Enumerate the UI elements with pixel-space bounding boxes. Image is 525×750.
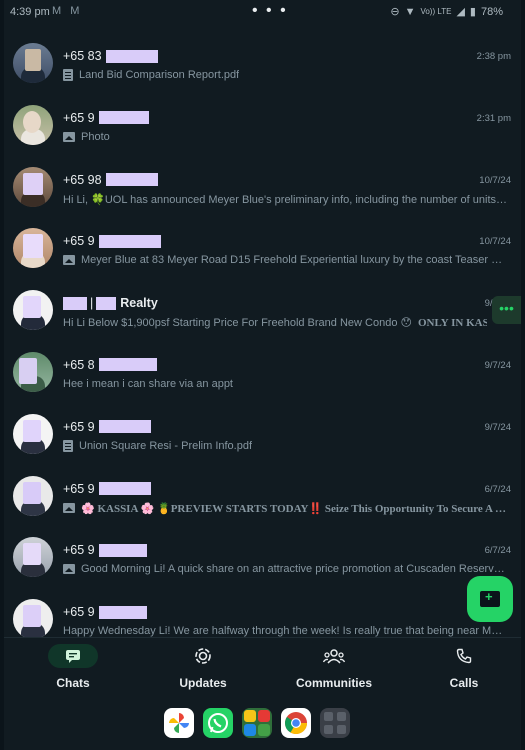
tab-updates-label: Updates: [179, 676, 227, 690]
new-chat-icon: [480, 589, 500, 607]
tab-communities[interactable]: Communities: [284, 644, 384, 690]
chat-row[interactable]: +65 9 10/7/24 Meyer Blue at 83 Meyer Roa…: [4, 223, 521, 285]
network-label: Vo)) LTE: [420, 7, 452, 16]
chats-icon: [48, 644, 98, 668]
chat-row[interactable]: +65 9 9/7/24 Union Square Resi - Prelim …: [4, 409, 521, 471]
chat-preview: Hee i mean i can share via an appt: [63, 377, 233, 390]
chat-row[interactable]: +65 83 2:38 pm Land Bid Comparison Repor…: [4, 38, 521, 100]
photo-icon: [63, 564, 75, 575]
chat-time: 6/7/24: [484, 545, 511, 557]
status-dots: • • •: [252, 2, 288, 19]
chat-preview: Land Bid Comparison Report.pdf: [63, 69, 509, 81]
document-icon: [63, 439, 73, 452]
app-dock: [164, 708, 350, 740]
chat-name: +65 9: [63, 543, 147, 557]
whatsapp-screen: 4:39 pm M M • • • ⊖ ▼ Vo)) LTE ◢ ▮ 78% +…: [4, 0, 521, 750]
chat-preview: 🌸 KASSIA 🌸 🍍PREVIEW STARTS TODAY‼️ Seize…: [63, 502, 509, 515]
avatar: [13, 351, 53, 392]
chat-name: +65 9: [63, 234, 161, 248]
chat-row[interactable]: +65 9 6/7/24 Good Morning Li! A quick sh…: [4, 532, 521, 594]
avatar: [13, 43, 53, 83]
chat-name: +65 98: [63, 173, 158, 187]
chat-name: +65 9: [63, 605, 147, 619]
chat-time: 10/7/24: [479, 174, 511, 186]
chat-preview: Meyer Blue at 83 Meyer Road D15 Freehold…: [63, 254, 509, 266]
avatar: [13, 104, 53, 145]
phone-icon: [439, 644, 489, 668]
chat-name: +65 9: [63, 111, 149, 125]
photo-icon: [63, 255, 75, 266]
avatar: [13, 599, 53, 640]
chat-name: +65 9: [63, 420, 151, 434]
chat-row[interactable]: +65 8 9/7/24 Hee i mean i can share via …: [4, 347, 521, 409]
photo-icon: [63, 503, 75, 514]
photos-app-icon[interactable]: [164, 708, 194, 738]
avatar: [13, 228, 53, 269]
chat-row[interactable]: +65 9 2:31 pm Photo: [4, 100, 521, 162]
side-more-handle[interactable]: •••: [492, 296, 521, 324]
dnd-icon: ⊖: [390, 6, 400, 18]
chat-name: +65 9: [63, 482, 151, 496]
bottom-nav: Chats Updates Communities Calls: [4, 637, 521, 698]
updates-icon: [178, 644, 228, 668]
tab-calls[interactable]: Calls: [414, 644, 514, 690]
photo-icon: [63, 131, 75, 142]
chat-time: 2:38 pm: [476, 51, 511, 62]
avatar: [13, 166, 53, 207]
chat-row[interactable]: +65 98 10/7/24 Hi Li, 🍀UOL has announced…: [4, 162, 521, 224]
chrome-app-icon[interactable]: [281, 708, 311, 738]
chat-row[interactable]: +65 9 6/7/24 🌸 KASSIA 🌸 🍍PREVIEW STARTS …: [4, 471, 521, 533]
chat-preview: Happy Wednesday Li! We are halfway throu…: [63, 625, 509, 638]
chat-preview: Good Morning Li! A quick share on an att…: [63, 563, 509, 575]
chat-name: +65 83: [63, 49, 158, 63]
chat-time: 9/7/24: [484, 421, 511, 433]
chat-preview: Union Square Resi - Prelim Info.pdf: [63, 439, 509, 452]
battery-level: 78%: [480, 5, 503, 18]
status-bar: 4:39 pm M M • • • ⊖ ▼ Vo)) LTE ◢ ▮ 78%: [4, 0, 521, 26]
chat-name: +65 8: [63, 358, 157, 372]
status-time: 4:39 pm: [10, 6, 50, 18]
battery-icon: ▮: [469, 6, 476, 18]
document-icon: [63, 69, 73, 81]
whatsapp-app-icon[interactable]: [203, 708, 233, 738]
communities-icon: [309, 644, 359, 668]
chat-time: 9/7/24: [484, 359, 511, 371]
tab-calls-label: Calls: [449, 676, 479, 690]
app-folder-icon[interactable]: [320, 708, 350, 738]
avatar: [13, 413, 53, 454]
avatar: [13, 290, 53, 331]
mail-notification-icon: M M: [52, 5, 83, 17]
avatar: [13, 475, 53, 516]
wifi-icon: ▼: [404, 5, 416, 18]
chat-preview: Hi Li Below $1,900psf Starting Price For…: [63, 316, 487, 330]
chat-row[interactable]: |Realty 9/7/24 Hi Li Below $1,900psf Sta…: [4, 285, 521, 347]
chat-time: 6/7/24: [484, 483, 511, 495]
chat-preview: Hi Li, 🍀UOL has announced Meyer Blue's p…: [63, 193, 509, 206]
chat-time: 10/7/24: [479, 236, 511, 248]
tab-updates[interactable]: Updates: [153, 644, 253, 690]
signal-icon: ◢: [456, 6, 465, 18]
avatar: [13, 537, 53, 578]
new-chat-button[interactable]: [467, 576, 513, 622]
transit-app-icon[interactable]: [242, 708, 272, 738]
tab-communities-label: Communities: [295, 676, 372, 690]
chat-name: | Realty: [63, 296, 158, 310]
chat-list: +65 83 2:38 pm Land Bid Comparison Repor…: [4, 38, 521, 656]
tab-chats[interactable]: Chats: [23, 644, 123, 690]
chat-time: 2:31 pm: [476, 112, 511, 124]
tab-chats-label: Chats: [56, 676, 90, 690]
status-right: ⊖ ▼ Vo)) LTE ◢ ▮ 78%: [390, 5, 503, 19]
chat-preview: Photo: [63, 131, 509, 143]
